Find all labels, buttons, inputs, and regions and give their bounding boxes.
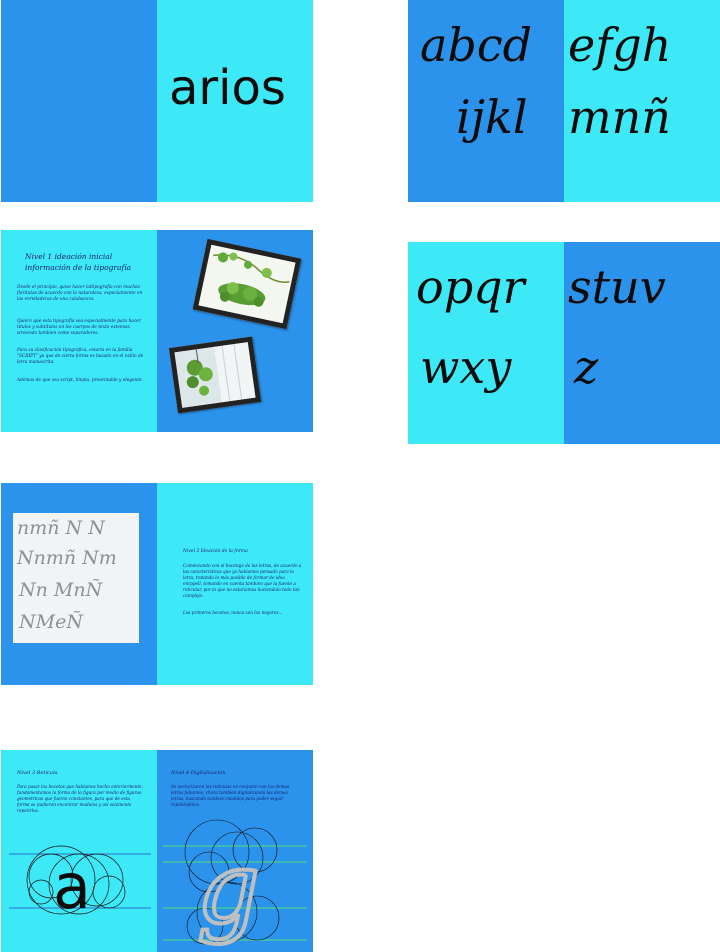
spread-nivel-3-4: Nivel 3 Retícula Para pasar los bocetos … (1, 750, 313, 952)
heading-line-2: información de la tipografía (25, 263, 132, 272)
glyph-g: g (197, 832, 260, 946)
page-right: Nivel 2 Ideación de la forma Comenzando … (157, 483, 313, 685)
grid-g: g (163, 819, 307, 948)
letters-stuv: stuv (568, 260, 666, 314)
letters-opqr: opqr (416, 260, 525, 314)
page-right: efgh mnñ (564, 0, 720, 202)
right-heading: Nivel 4 Digitalización (171, 770, 226, 776)
page-left: opqr wxy (408, 242, 564, 444)
page-left: Nivel 3 Retícula Para pasar los bocetos … (1, 750, 157, 952)
page-left: Nivel 1 ideación inicial información de … (1, 230, 157, 432)
para-4: Ademas de que sea script, limpia, presen… (17, 378, 144, 383)
sketch-line-3: Nn MnÑ (19, 579, 103, 601)
para-1: Comenzando con el bocetaje de las letras… (183, 563, 302, 599)
right-para: Se vectorizaron las retículas en conjunt… (171, 784, 290, 808)
para-1: Desde el principio, quise hacer laitipog… (17, 285, 143, 302)
letters-efgh: efgh (568, 18, 672, 72)
sketch-line-2: Nnmñ Nm (17, 547, 117, 569)
page-left (1, 0, 157, 202)
spread-alphabet-2: opqr wxy stuv z (408, 242, 720, 444)
page-left: nmñ N N Nnmñ Nm Nn MnÑ NMeÑ (1, 483, 157, 685)
photo-vine (192, 238, 302, 330)
letters-wxy: wxy (420, 340, 512, 394)
heading: Nivel 2 Ideación de la forma (183, 549, 248, 554)
para-2: Los primeros bocetos, nunca son los mejo… (183, 610, 283, 615)
heading-line-1: Nivel 1 ideación inicial (25, 252, 113, 261)
letters-ijkl: ijkl (456, 90, 528, 144)
page-left: abcd ijkl (408, 0, 564, 202)
page-right: arios (157, 0, 313, 202)
plant-image (174, 342, 256, 408)
page-right: stuv z (564, 242, 720, 444)
spread-nivel-2: nmñ N N Nnmñ Nm Nn MnÑ NMeÑ Nivel 2 Idea… (1, 483, 313, 685)
sketch-line-4: NMeÑ (19, 611, 83, 633)
left-heading: Nivel 3 Retícula (17, 770, 58, 776)
spread-alphabet-1: abcd ijkl efgh mnñ (408, 0, 720, 202)
sketch-photo: nmñ N N Nnmñ Nm Nn MnÑ NMeÑ (13, 513, 139, 643)
grid-a: a (9, 845, 151, 923)
page-right: Nivel 4 Digitalización Se vectorizaron l… (157, 750, 313, 952)
glyph-a: a (53, 850, 91, 923)
letters-mnn: mnñ (568, 90, 671, 144)
left-para: Para pasar los bocetos que habíamos hech… (17, 784, 143, 814)
word-arios: arios (169, 60, 286, 116)
spread-arios: arios (1, 0, 313, 202)
vine-image (198, 244, 296, 324)
sketch-line-1: nmñ N N (17, 517, 105, 539)
para-2: Quiero que esta tipografía sea especialm… (17, 319, 141, 336)
photo-hanging-plant (168, 336, 262, 414)
letters-z: z (574, 340, 599, 394)
para-3: Para su clasificación tipográfica, estar… (17, 348, 144, 365)
letters-abcd: abcd (420, 18, 533, 72)
spread-nivel-1: Nivel 1 ideación inicial información de … (1, 230, 313, 432)
page-right (157, 230, 313, 432)
